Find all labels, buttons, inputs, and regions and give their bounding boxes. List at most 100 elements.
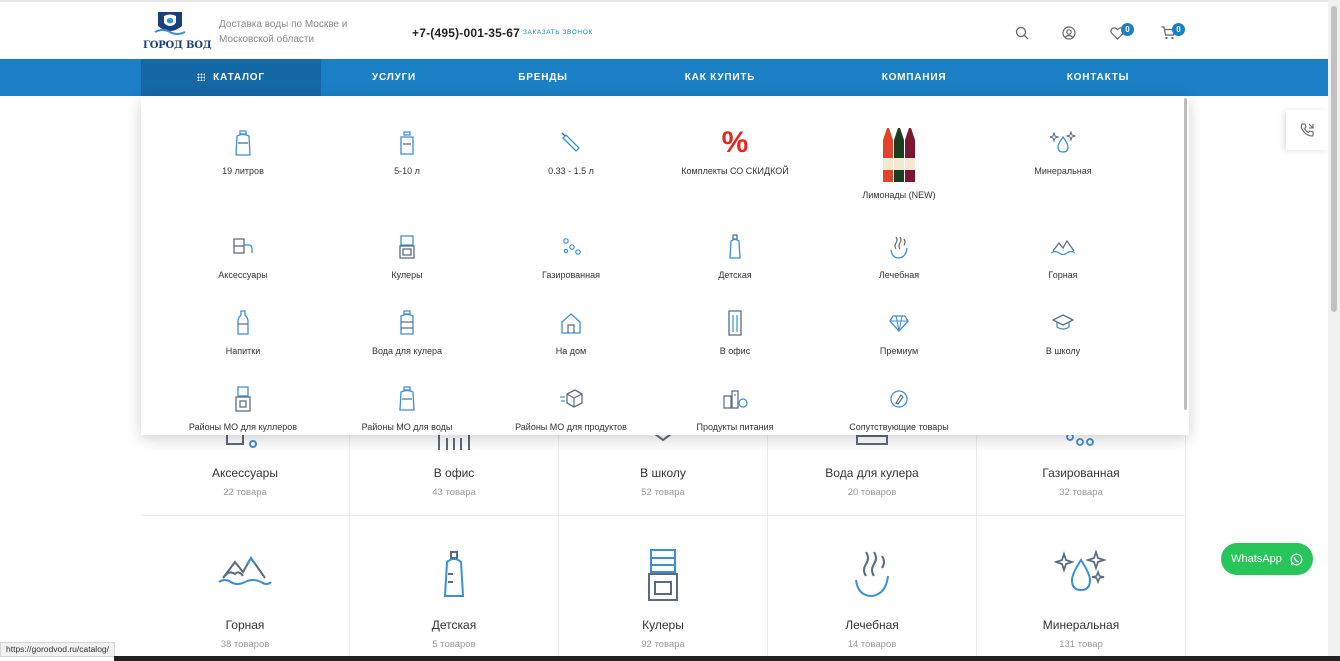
dropdown-item-19l[interactable]: 19 литров [161,126,325,176]
dropdown-item-lemonades[interactable]: Лимонады (NEW) [817,126,981,200]
dropdown-item-label: Лимонады (NEW) [862,190,936,200]
catalog-card-count: 32 товара [1059,487,1103,498]
dropdown-item-kids[interactable]: Детская [653,230,817,280]
baby-bottle-icon [443,551,465,597]
dropdown-item-drinks[interactable]: Напитки [161,306,325,356]
dropdown-item-cooler-water[interactable]: Вода для кулера [325,306,489,356]
dropdown-item-districts-products[interactable]: Районы МО для продуктов [489,382,653,432]
dropdown-item-5-10l[interactable]: 5-10 л [325,126,489,176]
dropdown-item-label: Детская [718,270,752,280]
mountain-icon [1050,239,1076,256]
percent-icon: % [721,126,749,159]
catalog-card[interactable]: Минеральная 131 товар [977,516,1186,660]
dropdown-item-districts-coolers[interactable]: Районы МО для куллеров [161,382,325,432]
catalog-card-count: 38 товаров [220,639,270,650]
dropdown-item-label: Районы МО для куллеров [188,422,298,432]
lemonade-bottles-image [883,128,915,182]
nav-item-services[interactable]: УСЛУГИ [336,59,452,96]
catalog-card-name: В школу [640,466,686,480]
catalog-card-count: 131 товар [1059,639,1103,650]
drink-bottle-icon [237,310,249,335]
dropdown-scrollbar[interactable] [1184,98,1187,410]
page-scrollbar-thumb[interactable] [1331,6,1337,312]
catalog-dropdown: 19 литров 5-10 л 0.33 - 1.5 л % Комплект… [141,96,1189,435]
status-url: https://gorodvod.ru/catalog/ [0,642,116,657]
catalog-card-count: 22 товара [223,487,267,498]
account-button[interactable] [1060,24,1078,42]
small-bottle-icon [561,132,580,152]
nav-item-contacts[interactable]: КОНТАКТЫ [1040,59,1156,96]
catalog-card[interactable]: Кулеры 92 товара [559,516,768,660]
catalog-card-count: 92 товара [641,639,685,650]
nav-item-catalog[interactable]: КАТАЛОГ [141,59,321,96]
dropdown-item-coolers[interactable]: Кулеры [325,230,489,280]
site-logo[interactable]: ГОРОД ВОД [143,10,212,56]
catalog-card-name: Вода для кулера [825,466,919,480]
dropdown-item-school[interactable]: В школу [981,306,1145,356]
dropdown-item-accessories[interactable]: Аксессуары [161,230,325,280]
phone-number[interactable]: +7-(495)-001-35-67 [412,26,520,40]
dropdown-item-sparkling[interactable]: Газированная [489,230,653,280]
whatsapp-label: WhatsApp [1231,553,1282,565]
dropdown-item-label: Аксессуары [218,270,268,280]
dropdown-item-healing[interactable]: Лечебная [817,230,981,280]
catalog-card[interactable]: Детская 5 товаров [350,516,559,660]
nav-item-company[interactable]: КОМПАНИЯ [856,59,972,96]
dropdown-item-label: Кулеры [391,270,423,280]
dropdown-item-mineral[interactable]: Минеральная [981,126,1145,176]
catalog-card-name: Газированная [1042,466,1120,480]
dropdown-item-label: Напитки [225,346,261,356]
dropdown-item-groceries[interactable]: Продукты питания [653,382,817,432]
catalog-card-count: 52 товара [641,487,685,498]
dropdown-item-label: 0.33 - 1.5 л [548,166,594,176]
mountain-icon [218,556,272,585]
diamond-icon [889,315,909,332]
header-tagline: Доставка воды по Москве и Московской обл… [219,19,348,45]
dropdown-item-label: В школу [1045,346,1081,356]
order-callback-link[interactable]: ЗАКАЗАТЬ ЗВОНОК [523,29,593,36]
dropdown-item-label: 19 литров [222,166,264,176]
dropdown-item-label: На дом [555,346,587,356]
site-header: ГОРОД ВОД Доставка воды по Москве и Моск… [0,0,1328,59]
dropdown-item-related-goods[interactable]: Сопутствующие товары [817,382,981,432]
dropdown-item-office[interactable]: В офис [653,306,817,356]
pump-icon [233,238,253,254]
favorites-count-badge: 0 [1121,23,1134,36]
favorites-button[interactable]: 0 [1108,23,1134,42]
catalog-card-count: 5 товаров [432,639,476,650]
search-button[interactable] [1013,24,1031,42]
dropdown-item-small-bottles[interactable]: 0.33 - 1.5 л [489,126,653,176]
nav-item-brands[interactable]: БРЕНДЫ [485,59,601,96]
dropdown-item-districts-water[interactable]: Районы МО для воды [325,382,489,432]
page-scrollbar[interactable] [1328,0,1340,661]
cooler-dispenser-icon [235,386,251,412]
main-nav: КАТАЛОГ УСЛУГИ БРЕНДЫ КАК КУПИТЬ КОМПАНИ… [0,59,1328,96]
dropdown-item-label: Продукты питания [696,422,774,432]
search-icon [1015,26,1029,40]
catalog-card[interactable]: Лечебная 14 товаров [768,516,977,660]
floating-callback-button[interactable] [1286,110,1328,150]
logo-emblem-icon [154,12,186,35]
catalog-card-name: Горная [225,618,265,632]
phone-callback-icon [1300,123,1314,137]
dropdown-item-premium[interactable]: Премиум [817,306,981,356]
box-delivery-icon [560,389,583,408]
dropdown-item-label: Районы МО для воды [361,422,453,432]
dropdown-item-discount-sets[interactable]: % Комплекты СО СКИДКОЙ [653,126,817,176]
dropdown-item-label: Районы МО для продуктов [515,422,627,432]
catalog-card[interactable]: Горная 38 товаров [141,516,350,660]
mineral-drop-icon [1050,131,1076,153]
cart-button[interactable]: 0 [1159,23,1185,42]
dropdown-item-label: Сопутствующие товары [849,422,949,432]
bottle-19l-icon [235,130,251,156]
cart-count-badge: 0 [1172,23,1185,36]
dropdown-item-home[interactable]: На дом [489,306,653,356]
whatsapp-button[interactable]: WhatsApp [1221,543,1313,575]
dropdown-item-label: Горная [1048,270,1078,280]
nav-item-how-to-buy[interactable]: КАК КУПИТЬ [660,59,780,96]
bottom-bar [114,656,1340,661]
healing-water-icon [855,551,889,598]
dropdown-item-mountain[interactable]: Горная [981,230,1145,280]
catalog-card-count: 43 товара [432,487,476,498]
nav-item-label: КАТАЛОГ [213,72,265,83]
